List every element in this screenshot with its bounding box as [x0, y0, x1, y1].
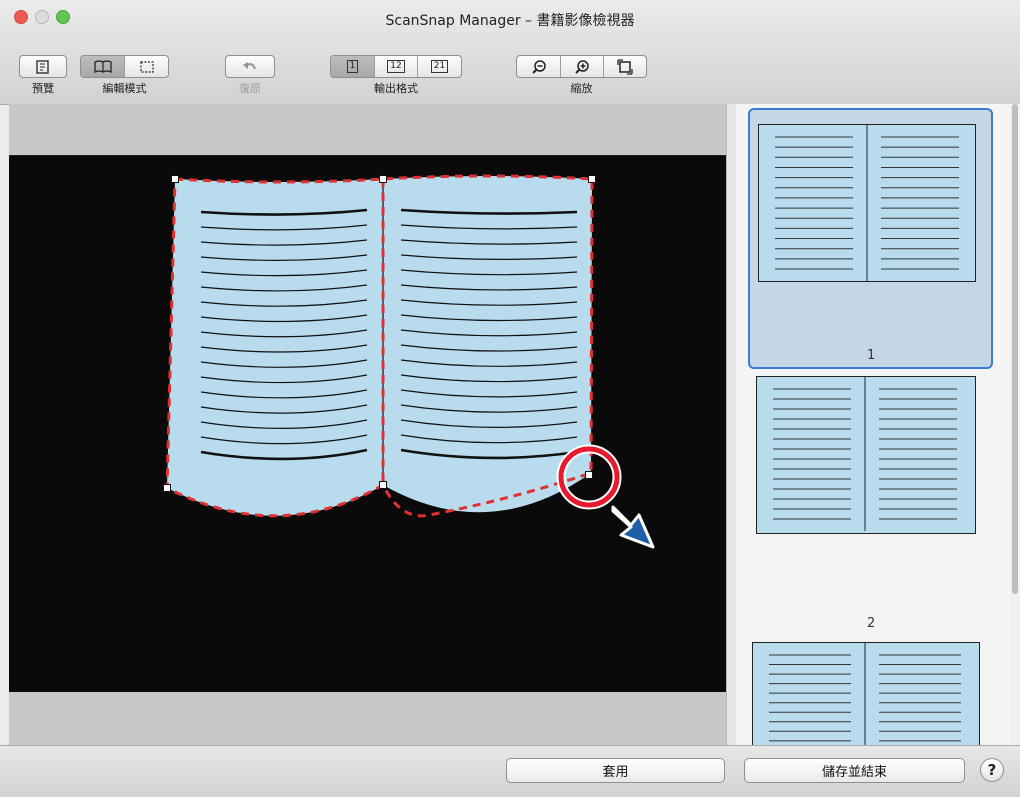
title-bar: ScanSnap Manager – 書籍影像檢視器 預覽 編輯模式 復原 1 …: [0, 0, 1020, 105]
preview-icon: [20, 56, 66, 77]
book-pages: [167, 176, 592, 516]
zoom-label: 縮放: [570, 82, 593, 95]
edit-mode-segmented-control[interactable]: [80, 55, 169, 78]
crop-handle: [163, 484, 171, 492]
book-mode-icon[interactable]: [81, 56, 125, 77]
zoom-out-icon[interactable]: [517, 56, 561, 77]
crop-mode-icon[interactable]: [125, 56, 168, 77]
fit-icon[interactable]: [604, 56, 646, 77]
crop-handle: [379, 175, 387, 183]
output-format-label: 輸出格式: [374, 82, 418, 95]
output-format-segmented-control[interactable]: 1 12 21: [330, 55, 462, 78]
undo-icon: [226, 56, 274, 77]
crop-handle: [171, 175, 179, 183]
single-page-output-option[interactable]: 1: [331, 56, 375, 77]
book-image-viewer-window: ScanSnap Manager – 書籍影像檢視器 預覽 編輯模式 復原 1 …: [0, 0, 1020, 797]
preview-button[interactable]: [19, 55, 67, 78]
preview-label: 預覽: [32, 82, 54, 95]
apply-button[interactable]: 套用: [506, 758, 725, 783]
scan-canvas[interactable]: [9, 154, 726, 692]
undo-button[interactable]: [225, 55, 275, 78]
window-title: ScanSnap Manager – 書籍影像檢視器: [385, 13, 635, 29]
thumbnail-scroll-thumb[interactable]: [1012, 104, 1018, 594]
thumbnail-page-number: 1: [867, 348, 876, 363]
bottom-bar: 套用 儲存並結束 ?: [0, 745, 1020, 797]
zoom-segmented-control[interactable]: [516, 55, 647, 78]
thumbnail-page-1[interactable]: [748, 108, 993, 369]
crop-handle: [379, 481, 387, 489]
thumbnail-pane: 1 2: [736, 104, 1010, 745]
save-and-exit-button[interactable]: 儲存並結束: [744, 758, 965, 783]
thumbnail-page-2[interactable]: [756, 376, 976, 534]
book-scan-image: [9, 154, 726, 549]
drag-direction-arrow: [611, 505, 655, 549]
right-left-output-option[interactable]: 21: [418, 56, 461, 77]
thumbnail-image: [758, 124, 976, 282]
thumbnail-page-number: 2: [867, 616, 876, 631]
crop-handle: [585, 471, 593, 479]
zoom-in-icon[interactable]: [561, 56, 604, 77]
crop-handle: [588, 175, 596, 183]
thumbnail-page-3[interactable]: [752, 642, 980, 745]
undo-label: 復原: [239, 82, 261, 95]
left-right-output-option[interactable]: 12: [375, 56, 418, 77]
help-button[interactable]: ?: [980, 758, 1004, 782]
edit-mode-label: 編輯模式: [102, 82, 147, 95]
